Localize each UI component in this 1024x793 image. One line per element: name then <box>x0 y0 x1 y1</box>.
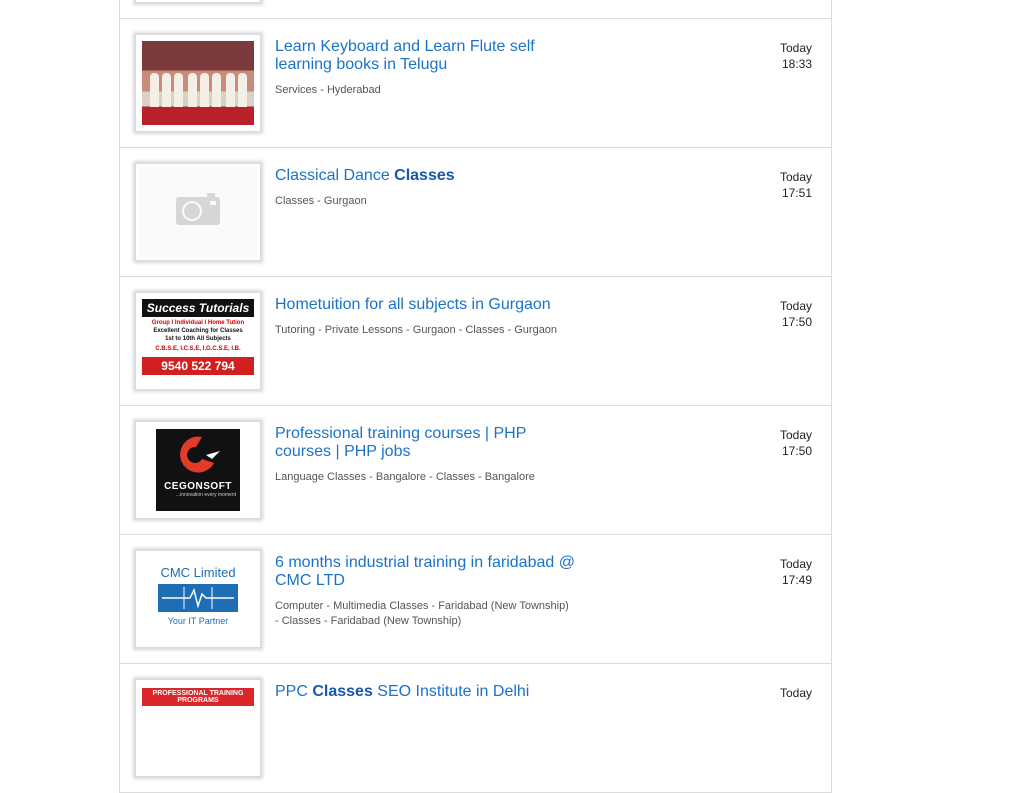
listing-day: Today <box>779 557 812 571</box>
logo-line: C.B.S.E, I.C.S.E, I.G.C.S.E, I.B. <box>155 346 241 352</box>
listing-title-link[interactable]: Professional training courses | PHP cour… <box>275 425 575 461</box>
listing-thumbnail[interactable]: Success Tutorials Group I Individual I Ho… <box>136 293 260 389</box>
listing-date: Today 18:33 <box>780 40 812 72</box>
listing-day: Today <box>779 41 812 55</box>
logo-title: Success Tutorials <box>142 299 254 317</box>
title-text: SEO Institute in Delhi <box>372 683 530 700</box>
logo-name: CMC Limited <box>160 565 236 580</box>
listing-date: Today 17:50 <box>780 427 812 459</box>
listing-day: Today <box>779 686 812 700</box>
event-photo <box>142 41 254 125</box>
thumbnail-image: CEGONSOFT ...innovation every moment <box>142 428 254 512</box>
listing-time: 17:50 <box>781 444 812 458</box>
listing-thumbnail[interactable] <box>136 0 260 2</box>
thumbnail-image <box>142 41 254 125</box>
success-tutorials-logo: Success Tutorials Group I Individual I Ho… <box>142 299 254 383</box>
listing-row: Success Tutorials Group I Individual I Ho… <box>120 277 831 406</box>
listing-row: CMC Limited Your IT Partner 6 months indus… <box>120 535 831 664</box>
listing-title-link[interactable]: Hometuition for all subjects in Gurgaon <box>275 296 575 314</box>
thumbnail-image: Success Tutorials Group I Individual I Ho… <box>142 299 254 383</box>
listing-date: Today 17:49 <box>780 556 812 588</box>
logo-line: 1st to 10th All Subjects <box>165 336 231 342</box>
listing-list: Learn Keyboard and Learn Flute self lear… <box>119 0 832 793</box>
logo-band: PROFESSIONAL TRAINING PROGRAMS <box>142 688 254 706</box>
listing-title-link[interactable]: 6 months industrial training in faridaba… <box>275 554 575 590</box>
listing-date: Today <box>780 685 812 701</box>
title-text: Professional training courses | PHP cour… <box>275 425 527 460</box>
listing-time: 18:33 <box>781 57 812 71</box>
listing-category-location: Computer - Multimedia Classes - Faridaba… <box>275 600 569 627</box>
listing-thumbnail[interactable]: CEGONSOFT ...innovation every moment <box>136 422 260 518</box>
listing-date: Today 17:50 <box>780 298 812 330</box>
listing-thumbnail[interactable]: PROFESSIONAL TRAINING PROGRAMS <box>136 680 260 776</box>
title-highlight: Classes <box>312 683 373 700</box>
logo-line: Excellent Coaching for Classes <box>153 328 243 334</box>
listing-title-link[interactable]: Learn Keyboard and Learn Flute self lear… <box>275 38 575 74</box>
listing-category-location: Services - Hyderabad <box>275 84 381 96</box>
thumbnail-image <box>139 167 257 257</box>
listing-day: Today <box>779 428 812 442</box>
thumbnail-image: CMC Limited Your IT Partner <box>142 557 254 641</box>
listing-day: Today <box>779 170 812 184</box>
listing-row-previous <box>120 0 831 19</box>
logo-line: Group I Individual I Home Tution <box>151 320 245 326</box>
title-text: 6 months industrial training in faridaba… <box>275 554 575 589</box>
listing-day: Today <box>779 299 812 313</box>
listing-row: CEGONSOFT ...innovation every moment Profe… <box>120 406 831 535</box>
logo-mark: CEGONSOFT ...innovation every moment <box>156 429 240 511</box>
listing-title-link[interactable]: PPC Classes SEO Institute in Delhi <box>275 683 575 701</box>
listing-title-link[interactable]: Classical Dance Classes <box>275 167 575 185</box>
listing-thumbnail[interactable]: CMC Limited Your IT Partner <box>136 551 260 647</box>
logo-name: CEGONSOFT <box>164 481 232 492</box>
listing-row: Learn Keyboard and Learn Flute self lear… <box>120 19 831 148</box>
listing-thumbnail[interactable] <box>136 164 260 260</box>
logo-mark <box>158 584 238 612</box>
camera-icon <box>174 192 222 232</box>
listing-category-location: Tutoring - Private Lessons - Gurgaon - C… <box>275 324 558 336</box>
cegonsoft-logo: CEGONSOFT ...innovation every moment <box>142 428 254 512</box>
title-text: Learn Keyboard and Learn Flute self lear… <box>275 38 535 73</box>
thumbnail-image: PROFESSIONAL TRAINING PROGRAMS <box>142 686 254 770</box>
cmc-logo: CMC Limited Your IT Partner <box>142 557 254 641</box>
title-text: PPC <box>275 683 313 700</box>
title-text: Hometuition for all subjects in Gurgaon <box>275 296 551 313</box>
listing-row: PROFESSIONAL TRAINING PROGRAMS PPC Classe… <box>120 664 831 793</box>
no-photo-placeholder <box>139 167 257 257</box>
listing-category-location: Classes - Gurgaon <box>275 195 367 207</box>
listing-time: 17:51 <box>781 186 812 200</box>
logo-tagline: ...innovation every moment <box>175 492 236 498</box>
logo-phone: 9540 522 794 <box>142 357 254 375</box>
listing-time: 17:49 <box>781 573 812 587</box>
listing-category-location: Language Classes - Bangalore - Classes -… <box>275 471 535 483</box>
title-text: Classical Dance <box>275 167 395 184</box>
title-highlight: Classes <box>394 167 455 184</box>
listing-thumbnail[interactable] <box>136 35 260 131</box>
logo-tagline: Your IT Partner <box>167 616 229 626</box>
listing-row: Classical Dance Classes Classes - Gurgaon… <box>120 148 831 277</box>
listing-time: 17:50 <box>781 315 812 329</box>
ppc-logo: PROFESSIONAL TRAINING PROGRAMS <box>142 688 254 770</box>
listing-date: Today 17:51 <box>780 169 812 201</box>
